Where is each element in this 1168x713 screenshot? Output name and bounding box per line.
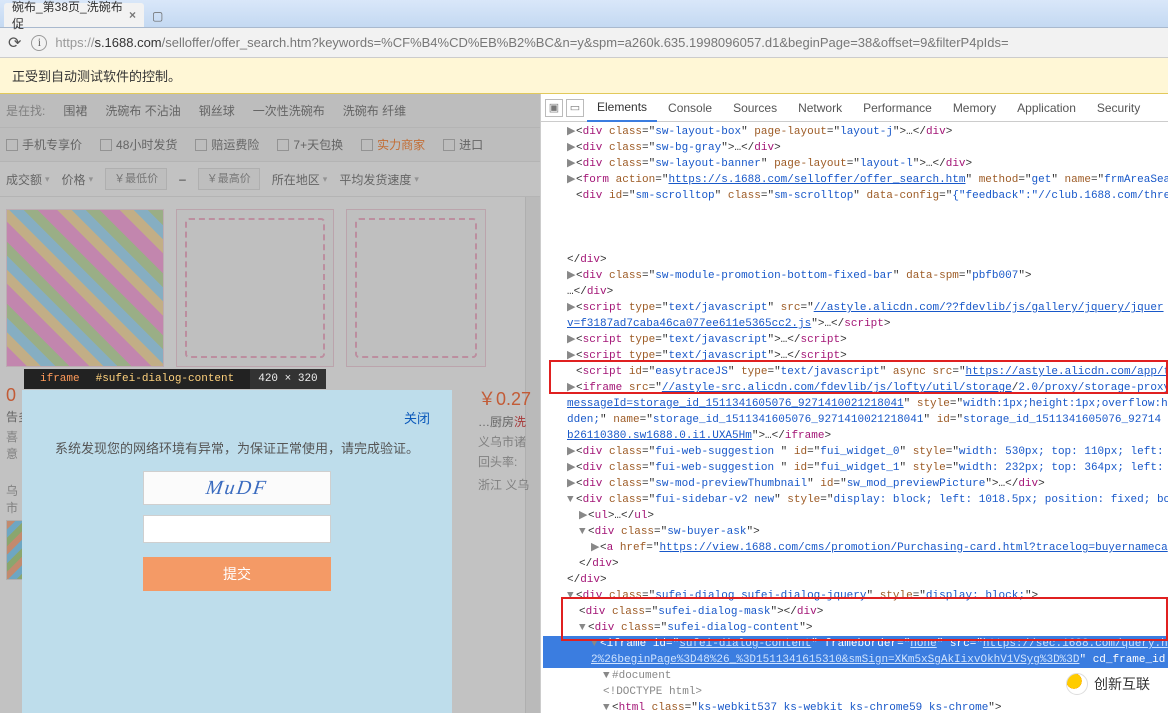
- watermark-icon: [1066, 673, 1088, 695]
- captcha-input[interactable]: [143, 515, 331, 543]
- submit-button[interactable]: 提交: [143, 557, 331, 591]
- browser-tab[interactable]: 碗布_第38页_洗碗布促 ×: [4, 3, 144, 27]
- device-toggle-icon[interactable]: ▭: [566, 99, 584, 117]
- browser-tab-strip: 碗布_第38页_洗碗布促 × ▢: [0, 0, 1168, 28]
- inspect-icon[interactable]: ▣: [545, 99, 563, 117]
- watermark: 创新互联: [1066, 673, 1150, 695]
- address-bar: ⟳ i https://s.1688.com/selloffer/offer_s…: [0, 28, 1168, 58]
- automation-banner: 正受到自动测试软件的控制。: [0, 58, 1168, 94]
- devtools-tabs: ▣ ▭ Elements Console Sources Network Per…: [541, 94, 1168, 122]
- watermark-text: 创新互联: [1094, 674, 1150, 694]
- dialog-close-link[interactable]: 关闭: [404, 408, 430, 427]
- devtools-panel: ▣ ▭ Elements Console Sources Network Per…: [540, 94, 1168, 713]
- tab-sources[interactable]: Sources: [723, 95, 787, 121]
- reload-icon[interactable]: ⟳: [8, 33, 21, 53]
- url-path: /selloffer/offer_search.htm?keywords=%CF…: [162, 35, 1009, 50]
- dialog-message: 系统发现您的网络环境有异常，为保证正常使用，请完成验证。: [50, 438, 424, 457]
- captcha-dialog: 关闭 系统发现您的网络环境有异常，为保证正常使用，请完成验证。 MuDF 提交: [22, 390, 452, 713]
- tab-application[interactable]: Application: [1007, 95, 1086, 121]
- tab-memory[interactable]: Memory: [943, 95, 1006, 121]
- new-tab-button[interactable]: ▢: [144, 5, 171, 27]
- tab-elements[interactable]: Elements: [587, 94, 657, 122]
- page-viewport: 是在找: 围裙 洗碗布 不沾油 钢丝球 一次性洗碗布 洗碗布 纤维 手机专享价 …: [0, 94, 540, 713]
- tab-security[interactable]: Security: [1087, 95, 1150, 121]
- highlight-annotation: [549, 360, 1168, 394]
- dom-tree[interactable]: ▶<div class="sw-layout-box" page-layout=…: [541, 122, 1168, 713]
- url-field[interactable]: https://s.1688.com/selloffer/offer_searc…: [55, 35, 1160, 50]
- tab-console[interactable]: Console: [658, 95, 722, 121]
- tab-performance[interactable]: Performance: [853, 95, 942, 121]
- close-icon[interactable]: ×: [129, 8, 136, 22]
- site-info-icon[interactable]: i: [31, 35, 47, 51]
- highlight-annotation: [561, 597, 1168, 641]
- tab-network[interactable]: Network: [788, 95, 852, 121]
- tab-title: 碗布_第38页_洗碗布促: [12, 0, 123, 32]
- captcha-image[interactable]: MuDF: [143, 471, 331, 505]
- url-domain: s.1688.com: [94, 35, 161, 50]
- element-highlight-tooltip: iframe#sufei-dialog-content 420 × 320: [24, 369, 326, 389]
- url-scheme: https://: [55, 35, 94, 50]
